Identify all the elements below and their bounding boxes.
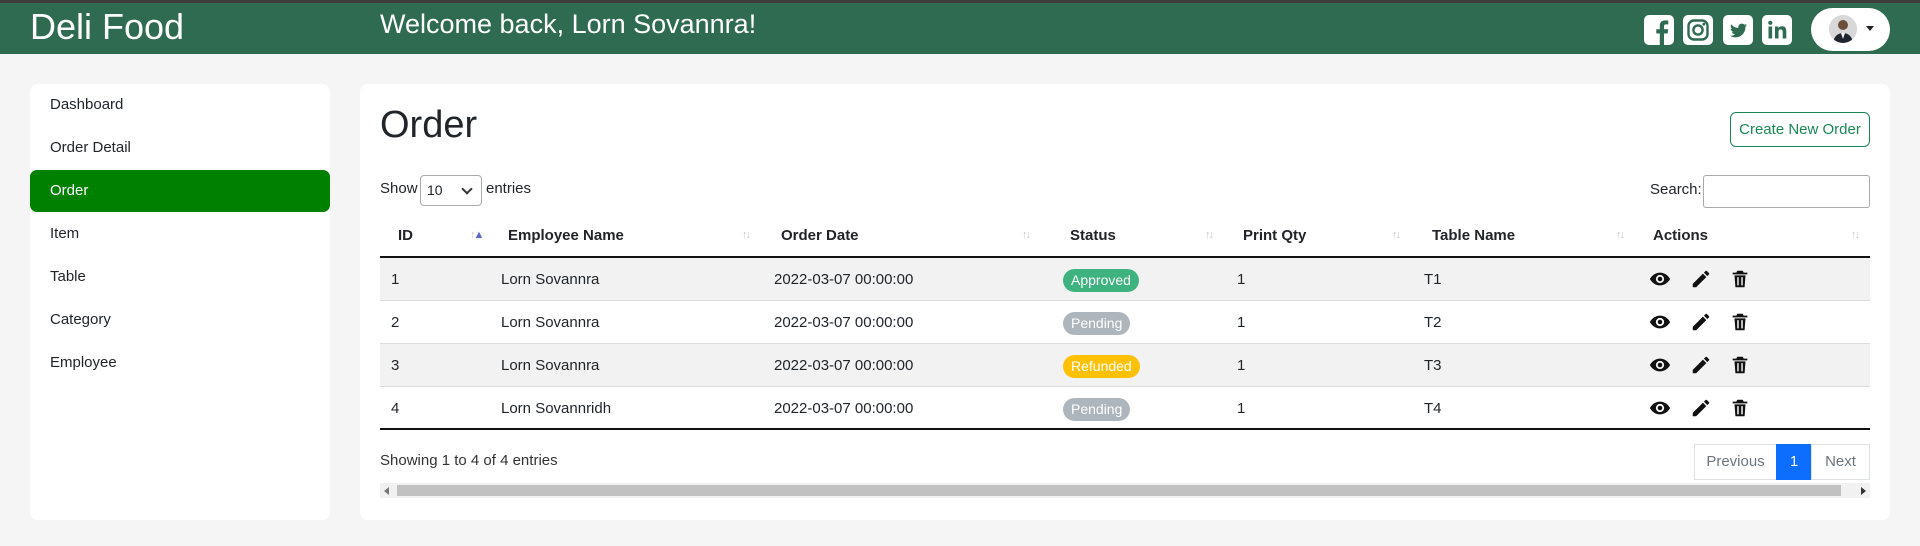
cell-print-qty: 1 xyxy=(1237,357,1246,374)
chevron-down-icon xyxy=(1866,26,1874,31)
search-label: Search: xyxy=(1650,181,1702,198)
linkedin-icon[interactable] xyxy=(1761,14,1793,46)
table-row: 4 Lorn Sovannridh 2022-03-07 00:00:00 Pe… xyxy=(380,387,1870,430)
cell-employee-name: Lorn Sovannra xyxy=(501,314,600,331)
cell-id: 1 xyxy=(391,271,400,288)
eye-icon[interactable] xyxy=(1649,268,1671,290)
facebook-icon[interactable] xyxy=(1643,14,1675,46)
trash-icon[interactable] xyxy=(1729,354,1751,376)
sidebar-item-order-detail[interactable]: Order Detail xyxy=(30,127,330,169)
pencil-icon[interactable] xyxy=(1690,354,1712,376)
column-header-status[interactable]: Status xyxy=(1070,214,1116,258)
cell-print-qty: 1 xyxy=(1237,314,1246,331)
column-header-employee-name[interactable]: Employee Name xyxy=(508,214,624,258)
cell-order-date: 2022-03-07 00:00:00 xyxy=(774,271,914,288)
top-navbar: Deli Food Welcome back, Lorn Sovannra! xyxy=(0,0,1920,54)
column-header-order-date[interactable]: Order Date xyxy=(781,214,859,258)
sidebar: Dashboard Order Detail Order Item Table … xyxy=(30,84,330,520)
cell-employee-name: Lorn Sovannra xyxy=(501,357,600,374)
sort-icon: ↑↓ xyxy=(1392,229,1401,241)
status-badge: Approved xyxy=(1063,268,1139,292)
sort-icon: ↑↓ xyxy=(1205,229,1214,241)
cell-table-name: T3 xyxy=(1424,357,1442,374)
cell-order-date: 2022-03-07 00:00:00 xyxy=(774,314,914,331)
sort-ascending-icon: ↑▲ xyxy=(470,229,484,241)
sort-icon: ↑↓ xyxy=(1851,229,1860,241)
cell-id: 2 xyxy=(391,314,400,331)
sidebar-item-dashboard[interactable]: Dashboard xyxy=(30,84,330,126)
cell-id: 4 xyxy=(391,400,400,417)
scrollbar-thumb[interactable] xyxy=(397,485,1841,496)
chevron-down-icon xyxy=(461,183,473,195)
pencil-icon[interactable] xyxy=(1690,268,1712,290)
user-menu-button[interactable] xyxy=(1811,8,1890,51)
status-badge: Refunded xyxy=(1063,354,1140,378)
eye-icon[interactable] xyxy=(1649,354,1671,376)
brand-logo[interactable]: Deli Food xyxy=(30,6,184,48)
column-header-id[interactable]: ID xyxy=(398,214,413,258)
page-title: Order xyxy=(380,104,478,146)
sort-icon: ↑↓ xyxy=(742,229,751,241)
sidebar-item-employee[interactable]: Employee xyxy=(30,342,330,384)
cell-table-name: T1 xyxy=(1424,271,1442,288)
column-header-print-qty[interactable]: Print Qty xyxy=(1243,214,1306,258)
sidebar-item-order[interactable]: Order xyxy=(30,170,330,212)
pagination-previous[interactable]: Previous xyxy=(1694,444,1777,480)
pencil-icon[interactable] xyxy=(1690,311,1712,333)
pagination-page-1[interactable]: 1 xyxy=(1776,444,1812,480)
cell-order-date: 2022-03-07 00:00:00 xyxy=(774,357,914,374)
status-badge: Pending xyxy=(1063,397,1131,421)
orders-table: ID ↑▲ Employee Name ↑↓ Order Date ↑↓ Sta… xyxy=(380,214,1870,430)
pagination-next[interactable]: Next xyxy=(1811,444,1870,480)
trash-icon[interactable] xyxy=(1729,397,1751,419)
cell-table-name: T2 xyxy=(1424,314,1442,331)
scroll-right-icon[interactable] xyxy=(1861,487,1866,495)
column-header-table-name[interactable]: Table Name xyxy=(1432,214,1515,258)
sidebar-item-category[interactable]: Category xyxy=(30,299,330,341)
cell-order-date: 2022-03-07 00:00:00 xyxy=(774,400,914,417)
table-header: ID ↑▲ Employee Name ↑↓ Order Date ↑↓ Sta… xyxy=(380,214,1870,258)
status-badge: Pending xyxy=(1063,311,1131,335)
cell-employee-name: Lorn Sovannra xyxy=(501,271,600,288)
sidebar-item-item[interactable]: Item xyxy=(30,213,330,255)
sort-icon: ↑↓ xyxy=(1022,229,1031,241)
table-row: 3 Lorn Sovannra 2022-03-07 00:00:00 Refu… xyxy=(380,344,1870,387)
create-new-order-button[interactable]: Create New Order xyxy=(1730,112,1870,147)
entries-select[interactable]: 10 xyxy=(420,175,482,206)
show-label: Show xyxy=(380,180,418,197)
cell-table-name: T4 xyxy=(1424,400,1442,417)
table-info: Showing 1 to 4 of 4 entries xyxy=(380,452,558,469)
entries-label: entries xyxy=(486,180,532,197)
instagram-icon[interactable] xyxy=(1682,14,1714,46)
cell-employee-name: Lorn Sovannridh xyxy=(501,400,612,417)
trash-icon[interactable] xyxy=(1729,311,1751,333)
sidebar-item-table[interactable]: Table xyxy=(30,256,330,298)
column-header-actions[interactable]: Actions xyxy=(1653,214,1708,258)
cell-print-qty: 1 xyxy=(1237,400,1246,417)
entries-value: 10 xyxy=(427,182,443,198)
table-row: 2 Lorn Sovannra 2022-03-07 00:00:00 Pend… xyxy=(380,301,1870,344)
twitter-icon[interactable] xyxy=(1722,14,1754,46)
trash-icon[interactable] xyxy=(1729,268,1751,290)
scroll-left-icon[interactable] xyxy=(384,487,389,495)
horizontal-scrollbar[interactable] xyxy=(380,483,1870,498)
avatar xyxy=(1829,15,1857,43)
pencil-icon[interactable] xyxy=(1690,397,1712,419)
eye-icon[interactable] xyxy=(1649,311,1671,333)
welcome-message: Welcome back, Lorn Sovannra! xyxy=(380,9,757,39)
main-content: Order Create New Order Show 10 entries S… xyxy=(360,84,1890,520)
cell-id: 3 xyxy=(391,357,400,374)
search-input[interactable] xyxy=(1703,175,1870,208)
table-row: 1 Lorn Sovannra 2022-03-07 00:00:00 Appr… xyxy=(380,258,1870,301)
sort-icon: ↑↓ xyxy=(1616,229,1625,241)
eye-icon[interactable] xyxy=(1649,397,1671,419)
cell-print-qty: 1 xyxy=(1237,271,1246,288)
